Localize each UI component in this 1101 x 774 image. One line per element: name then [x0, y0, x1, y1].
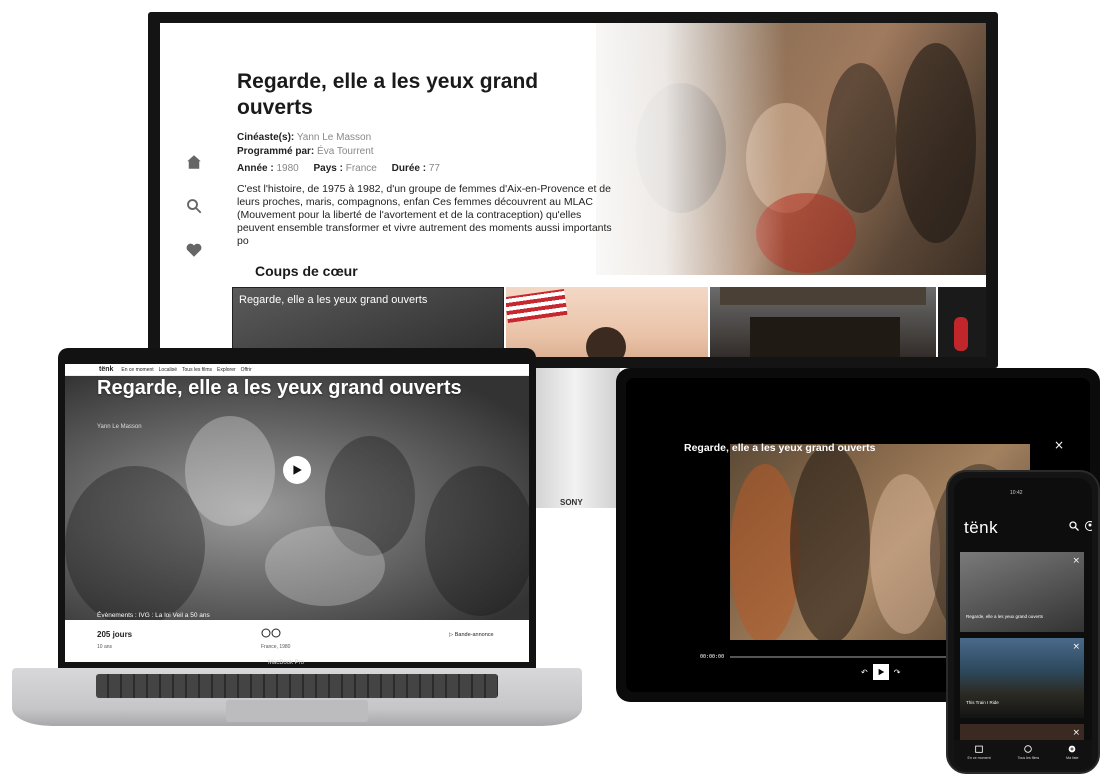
tv-screen: Regarde, elle a les yeux grand ouverts C… — [160, 23, 986, 357]
laptop-trackpad — [226, 700, 368, 722]
tv-synopsis: C'est l'histoire, de 1975 à 1982, d'un g… — [237, 183, 612, 247]
phone-film-card[interactable]: × This Train I Ride — [960, 638, 1084, 718]
annee-value: 1980 — [276, 163, 299, 174]
close-icon[interactable]: × — [1072, 728, 1080, 738]
tv-card[interactable]: Regarde, elle a les yeux grand ouverts — [232, 287, 504, 357]
tablet-film-title: Regarde, elle a les yeux grand ouverts — [684, 442, 876, 454]
laptop-hero: Regarde, elle a les yeux grand ouverts Y… — [65, 376, 529, 620]
tenk-logo[interactable]: tënk — [99, 366, 113, 373]
trailer-label: Bande-annonce — [454, 632, 494, 638]
nav-item[interactable]: Tous les films — [182, 367, 212, 373]
nav-item[interactable]: Explorer — [217, 367, 236, 373]
phone-film-card[interactable]: × — [960, 724, 1084, 740]
tv-film-title: Regarde, elle a les yeux grand ouverts — [237, 70, 539, 119]
annee-label: Année : — [237, 163, 274, 174]
laptop-device: tënk En ce moment Localisé Tous les film… — [12, 348, 582, 740]
tv-credits: Cinéaste(s): Yann Le Masson Programmé pa… — [237, 131, 374, 159]
heart-icon[interactable] — [185, 241, 203, 259]
tv-card-label: Regarde, elle a les yeux grand ouverts — [239, 294, 428, 306]
tv-frame: Regarde, elle a les yeux grand ouverts C… — [148, 12, 998, 368]
tv-side-nav — [185, 153, 215, 285]
tv-card[interactable] — [938, 287, 986, 357]
trailer-link[interactable]: ▷ Bande-annonce — [449, 632, 494, 638]
player-controls: ↶ ↷ — [856, 664, 905, 680]
laptop-brand: MacBook Pro — [268, 660, 305, 666]
laptop-director[interactable]: Yann Le Masson — [97, 424, 142, 430]
tab-tous-les-films[interactable]: Tous les films — [1017, 740, 1040, 770]
play-button[interactable] — [872, 664, 889, 680]
phone-device: 10:42 tënk × Regarde, elle a les yeux gr… — [946, 470, 1100, 774]
phone-card-label: This Train I Ride — [966, 700, 999, 705]
tv-card[interactable] — [506, 287, 708, 357]
phone-header-icons — [1064, 520, 1092, 532]
phone-screen: 10:42 tënk × Regarde, elle a les yeux gr… — [954, 478, 1092, 770]
film-icon — [1024, 745, 1033, 753]
phone-tab-bar: En ce moment Tous les films Ma liste — [954, 740, 1092, 770]
tv-section-title: Coups de cœur — [255, 263, 358, 279]
duree-value: 77 — [428, 163, 440, 174]
accessibility-icons — [261, 628, 281, 640]
search-icon[interactable] — [185, 197, 203, 215]
programme-value[interactable]: Éva Tourrent — [317, 146, 374, 157]
cineaste-value[interactable]: Yann Le Masson — [297, 132, 371, 143]
tab-en-ce-moment[interactable]: En ce moment — [967, 740, 991, 770]
close-icon[interactable]: × — [1072, 642, 1080, 652]
close-icon[interactable]: × — [1072, 556, 1080, 566]
tab-label: Tous les films — [1017, 756, 1040, 760]
laptop-top-nav: tënk En ce moment Localisé Tous les film… — [65, 364, 529, 376]
tab-label: En ce moment — [967, 756, 991, 760]
subtitles-icon[interactable] — [261, 628, 281, 638]
nav-item[interactable]: En ce moment — [121, 367, 153, 373]
add-list-icon — [1068, 745, 1076, 753]
phone-card-label: Regarde, elle a les yeux grand ouverts — [966, 614, 1044, 619]
laptop-screen: tënk En ce moment Localisé Tous les film… — [65, 364, 529, 662]
pays-value: France — [345, 163, 377, 174]
tv-film-row: Regarde, elle a les yeux grand ouverts — [232, 287, 986, 357]
age-rating: 10 ans — [97, 644, 113, 650]
cineaste-label: Cinéaste(s): — [237, 132, 295, 143]
rewind-icon[interactable]: ↶ — [861, 668, 868, 677]
playback-time: 00:00:00 — [700, 654, 725, 660]
tab-ma-liste[interactable]: Ma liste — [1066, 740, 1079, 770]
availability-days: 205 jours — [97, 630, 133, 639]
phone-film-card[interactable]: × Regarde, elle a les yeux grand ouverts — [960, 552, 1084, 632]
programme-label: Programmé par: — [237, 146, 315, 157]
progress-bar[interactable] — [730, 656, 970, 658]
status-time: 10:42 — [1010, 490, 1023, 496]
laptop-keyboard — [96, 674, 498, 698]
nav-item[interactable]: Localisé — [159, 367, 177, 373]
play-icon — [293, 465, 302, 475]
tenk-logo[interactable]: tënk — [964, 518, 998, 538]
nav-item[interactable]: Offrir — [241, 367, 252, 373]
forward-icon[interactable]: ↷ — [894, 668, 901, 677]
calendar-icon — [975, 745, 983, 753]
pays-label: Pays : — [313, 163, 343, 174]
tv-card[interactable] — [710, 287, 936, 357]
profile-icon[interactable] — [1084, 520, 1092, 532]
duree-label: Durée : — [391, 163, 427, 174]
laptop-film-footer: 205 jours 10 ans France, 1980 ▷ Bande-an… — [65, 620, 529, 662]
tab-label: Ma liste — [1066, 756, 1079, 760]
laptop-event-tag[interactable]: Évènements : IVG : La loi Veil a 50 ans — [97, 612, 210, 619]
play-icon — [878, 668, 884, 676]
play-button[interactable] — [283, 456, 311, 484]
tv-film-facts: Année : 1980 Pays : France Durée : 77 — [237, 163, 452, 174]
close-icon[interactable]: × — [1054, 438, 1064, 452]
home-icon[interactable] — [185, 153, 203, 171]
laptop-film-title: Regarde, elle a les yeux grand ouverts — [97, 377, 462, 399]
country-year: France, 1980 — [261, 644, 291, 650]
search-icon[interactable] — [1068, 520, 1080, 532]
laptop-lid: tënk En ce moment Localisé Tous les film… — [58, 348, 536, 670]
